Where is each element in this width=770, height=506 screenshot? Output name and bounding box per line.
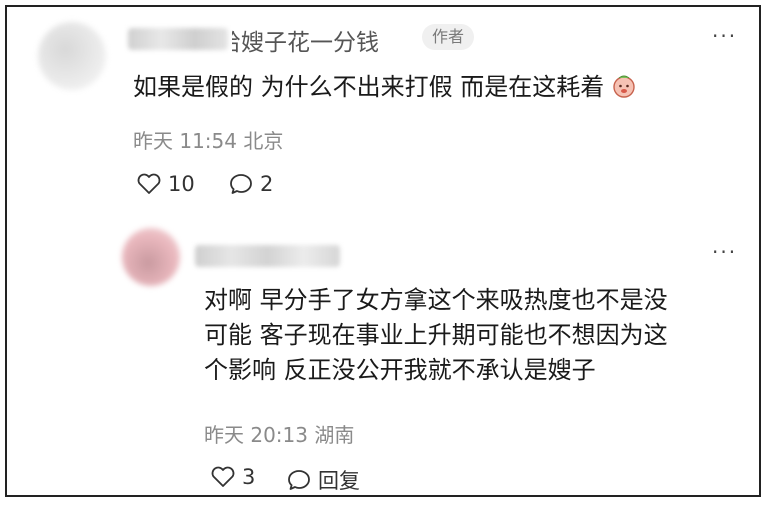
reply-count-button[interactable]: 2: [228, 172, 273, 196]
reply-location: 湖南: [314, 423, 355, 447]
reply-text-line: 对啊 早分手了女方拿这个来吸热度也不是没: [204, 286, 668, 314]
comment-meta: 昨天 11:54 北京: [133, 125, 283, 154]
like-button[interactable]: 10: [136, 172, 195, 196]
reply-meta: 昨天 20:13 湖南: [204, 419, 354, 448]
comment-text: 如果是假的 为什么不出来打假 而是在这耗着: [133, 70, 636, 105]
avatar[interactable]: [38, 22, 106, 90]
comment-text-content: 如果是假的 为什么不出来打假 而是在这耗着: [133, 73, 605, 101]
heart-icon: [211, 466, 235, 487]
reply-label: 回复: [318, 469, 360, 493]
comment-time: 昨天 11:54: [133, 129, 237, 153]
reply-text-line: 个影响 反正没公开我就不承认是嫂子: [204, 356, 596, 384]
reply-text-line: 可能 客子现在事业上升期可能也不想因为这: [204, 321, 668, 349]
author-badge: 作者: [422, 24, 475, 50]
speech-bubble-icon: [288, 470, 310, 490]
comment-location: 北京: [243, 129, 284, 153]
reply-time: 昨天 20:13: [204, 423, 308, 447]
reply-username-blurred[interactable]: [195, 245, 340, 267]
heart-icon: [137, 173, 161, 194]
more-options-button[interactable]: ···: [712, 24, 737, 48]
username-blurred[interactable]: [128, 28, 228, 50]
reply-text: 对啊 早分手了女方拿这个来吸热度也不是没 可能 客子现在事业上升期可能也不想因为…: [204, 283, 668, 388]
reply-more-options-button[interactable]: ···: [712, 240, 737, 264]
reply-avatar[interactable]: [122, 228, 180, 286]
sticker-emoji-icon: [612, 73, 636, 98]
reply-like-button[interactable]: 3: [210, 465, 255, 489]
reply-like-count: 3: [242, 465, 256, 489]
speech-bubble-icon: [230, 174, 252, 194]
username-visible[interactable]: 给嫂子花一分钱: [232, 23, 379, 57]
reply-button[interactable]: 回复: [286, 465, 360, 495]
reply-count: 2: [260, 172, 274, 196]
like-count: 10: [168, 172, 195, 196]
